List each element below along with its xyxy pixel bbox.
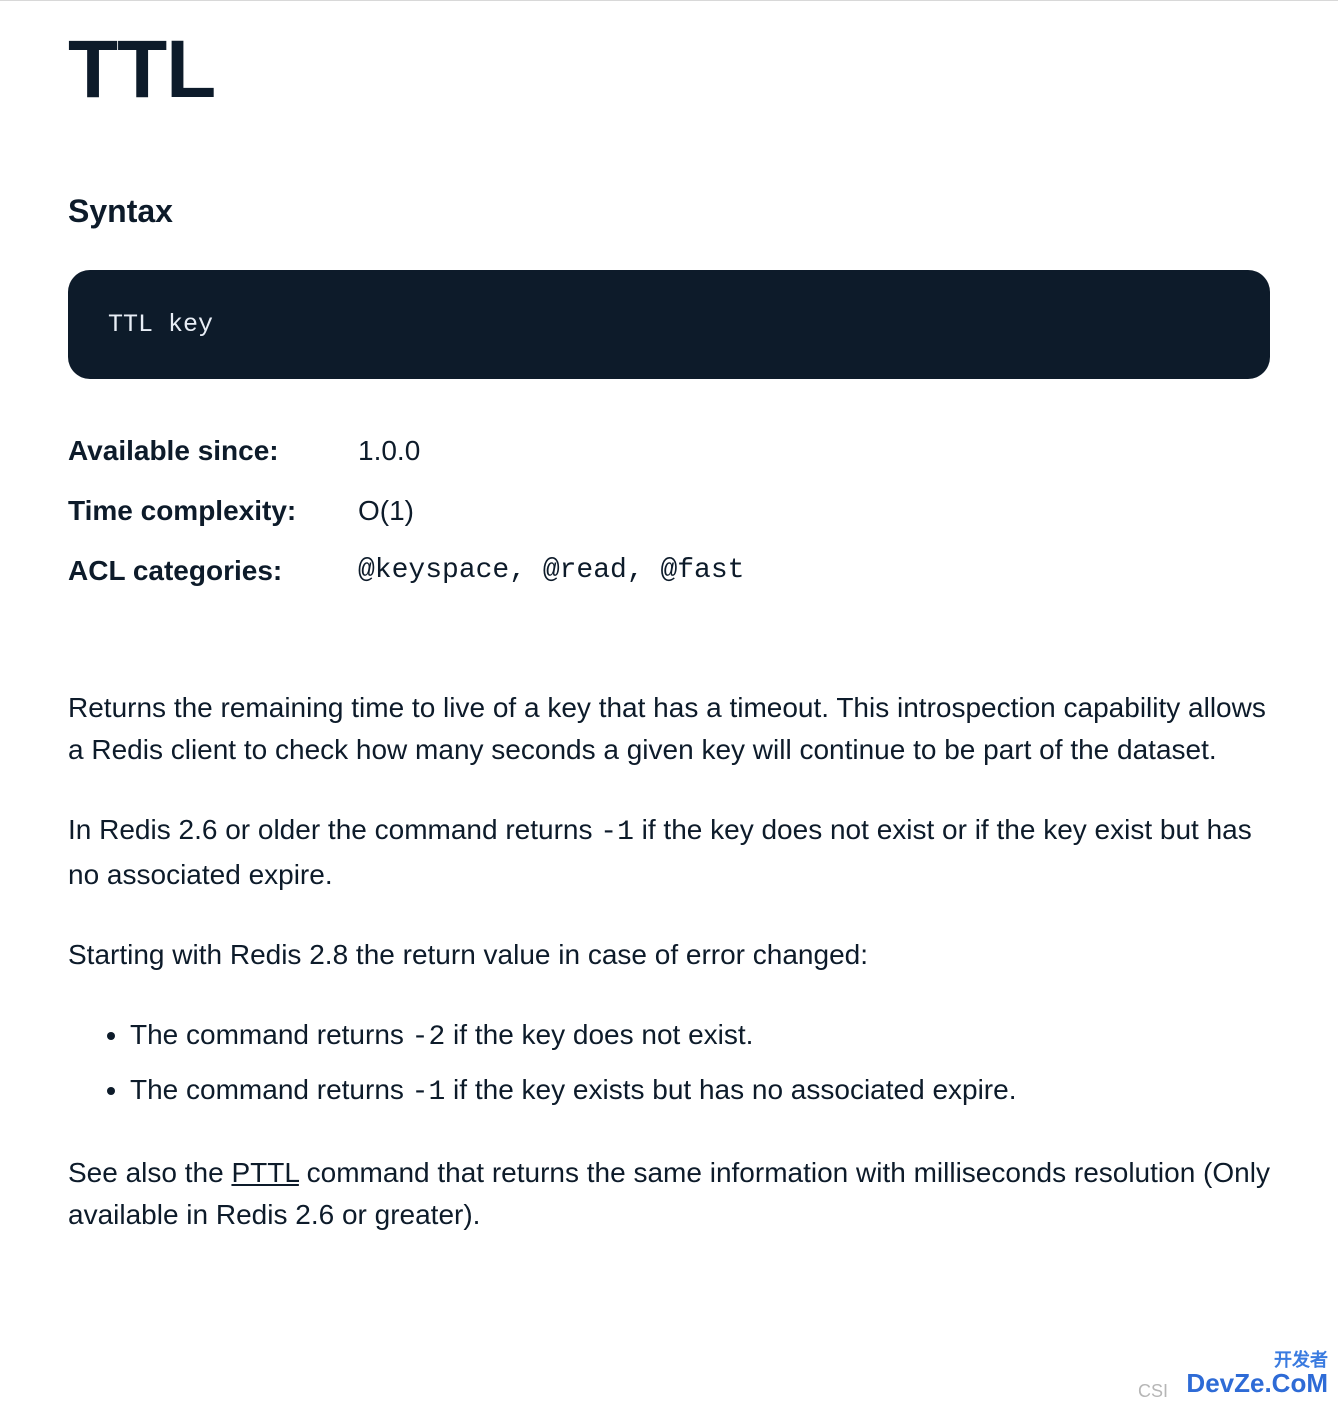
meta-value: O(1)	[358, 495, 414, 527]
meta-label: Time complexity:	[68, 495, 358, 527]
watermark-top: 开发者	[1274, 1350, 1328, 1370]
page-title: TTL	[68, 23, 1270, 117]
watermark-bottom: DevZe.CoM	[1186, 1368, 1328, 1398]
paragraph: See also the PTTL command that returns t…	[68, 1152, 1270, 1236]
inline-code: -1	[600, 817, 634, 848]
meta-row-time-complexity: Time complexity: O(1)	[68, 495, 1270, 527]
meta-label: Available since:	[68, 435, 358, 467]
list-item: The command returns -1 if the key exists…	[130, 1069, 1270, 1114]
body-text: Returns the remaining time to live of a …	[68, 687, 1270, 1236]
text-run: See also the	[68, 1157, 231, 1188]
bullet-list: The command returns -2 if the key does n…	[130, 1014, 1270, 1114]
inline-code: -2	[412, 1022, 446, 1053]
csdn-watermark: CSI	[1138, 1381, 1168, 1402]
meta-row-available-since: Available since: 1.0.0	[68, 435, 1270, 467]
syntax-heading: Syntax	[68, 193, 1270, 230]
text-run: The command returns	[130, 1019, 412, 1050]
meta-value: 1.0.0	[358, 435, 420, 467]
text-run: The command returns	[130, 1074, 412, 1105]
meta-value: @keyspace, @read, @fast	[358, 555, 744, 587]
inline-code: -1	[412, 1077, 446, 1108]
syntax-code-block: TTL key	[68, 270, 1270, 379]
paragraph: Returns the remaining time to live of a …	[68, 687, 1270, 771]
paragraph: Starting with Redis 2.8 the return value…	[68, 934, 1270, 976]
text-run: if the key does not exist.	[445, 1019, 753, 1050]
pttl-link[interactable]: PTTL	[231, 1157, 298, 1188]
site-watermark: 开发者 DevZe.CoM	[1186, 1344, 1328, 1396]
list-item: The command returns -2 if the key does n…	[130, 1014, 1270, 1059]
paragraph: In Redis 2.6 or older the command return…	[68, 809, 1270, 896]
meta-table: Available since: 1.0.0 Time complexity: …	[68, 435, 1270, 587]
text-run: In Redis 2.6 or older the command return…	[68, 814, 600, 845]
meta-label: ACL categories:	[68, 555, 358, 587]
doc-page: TTL Syntax TTL key Available since: 1.0.…	[0, 1, 1338, 1314]
meta-row-acl-categories: ACL categories: @keyspace, @read, @fast	[68, 555, 1270, 587]
text-run: if the key exists but has no associated …	[445, 1074, 1016, 1105]
